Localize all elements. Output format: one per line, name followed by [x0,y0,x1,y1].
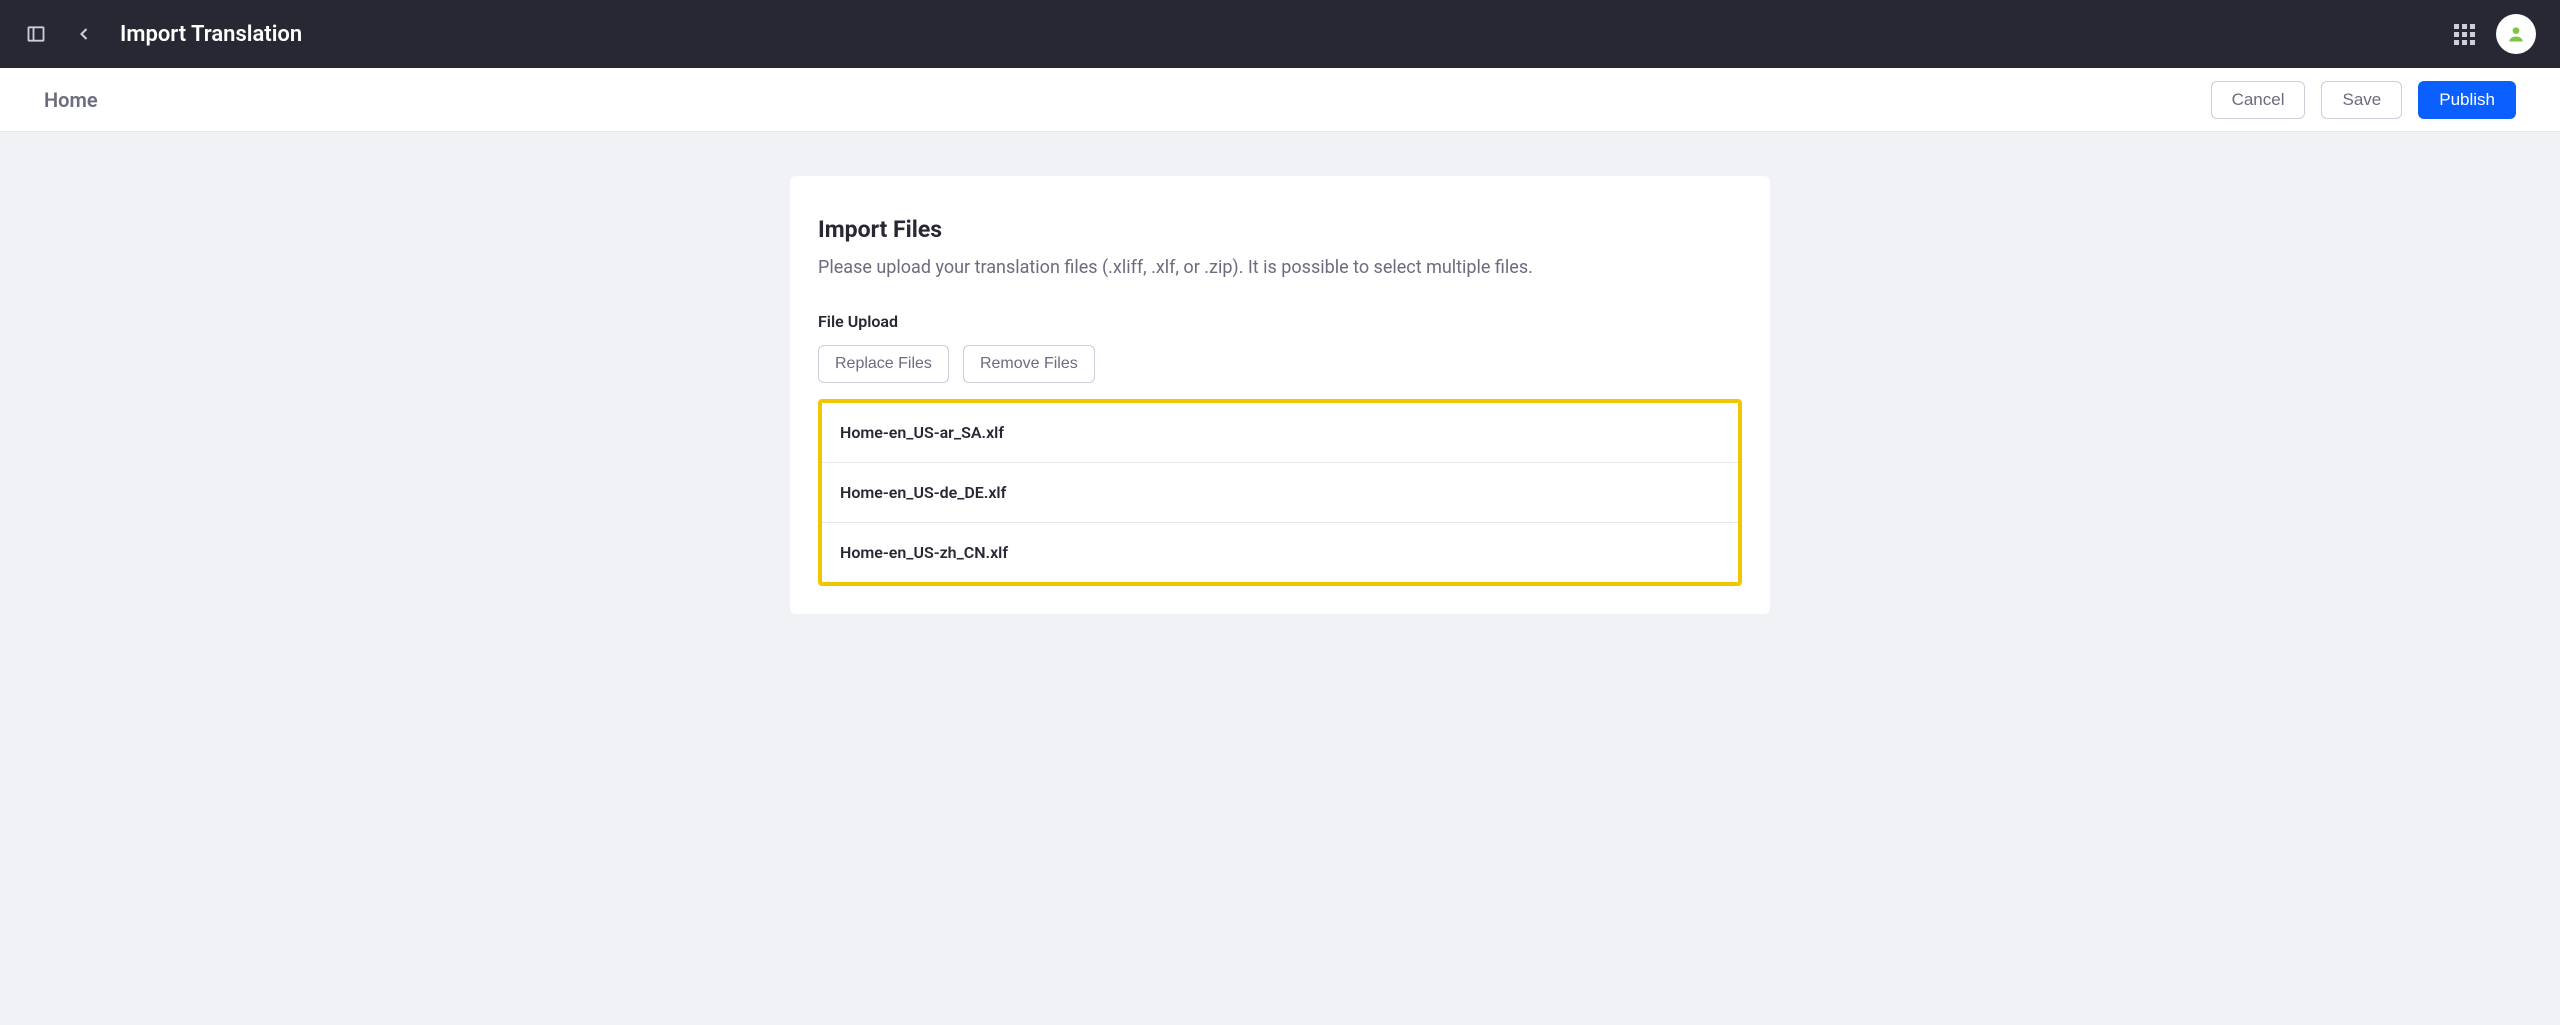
apps-grid-icon[interactable] [2452,22,2476,46]
back-icon[interactable] [72,22,96,46]
card-title: Import Files [818,216,1742,243]
remove-files-button[interactable]: Remove Files [963,345,1095,383]
publish-button[interactable]: Publish [2418,81,2516,119]
content-wrap: Import Files Please upload your translat… [0,132,2560,658]
save-button[interactable]: Save [2321,81,2402,119]
file-list: Home-en_US-ar_SA.xlf Home-en_US-de_DE.xl… [818,399,1742,586]
replace-files-button[interactable]: Replace Files [818,345,949,383]
list-item[interactable]: Home-en_US-ar_SA.xlf [822,403,1738,463]
card-subtitle: Please upload your translation files (.x… [818,257,1742,278]
import-card: Import Files Please upload your translat… [790,176,1770,614]
list-item[interactable]: Home-en_US-zh_CN.xlf [822,523,1738,582]
cancel-button[interactable]: Cancel [2211,81,2306,119]
top-left-group: Import Translation [24,22,302,47]
user-avatar[interactable] [2496,14,2536,54]
top-bar: Import Translation [0,0,2560,68]
page-title: Import Translation [120,22,302,47]
breadcrumb[interactable]: Home [44,88,98,112]
list-item[interactable]: Home-en_US-de_DE.xlf [822,463,1738,523]
top-right-group [2452,14,2536,54]
file-actions: Replace Files Remove Files [818,345,1742,383]
sidebar-toggle-icon[interactable] [24,22,48,46]
sub-bar: Home Cancel Save Publish [0,68,2560,132]
file-upload-label: File Upload [818,312,1742,331]
sub-actions: Cancel Save Publish [2211,81,2516,119]
